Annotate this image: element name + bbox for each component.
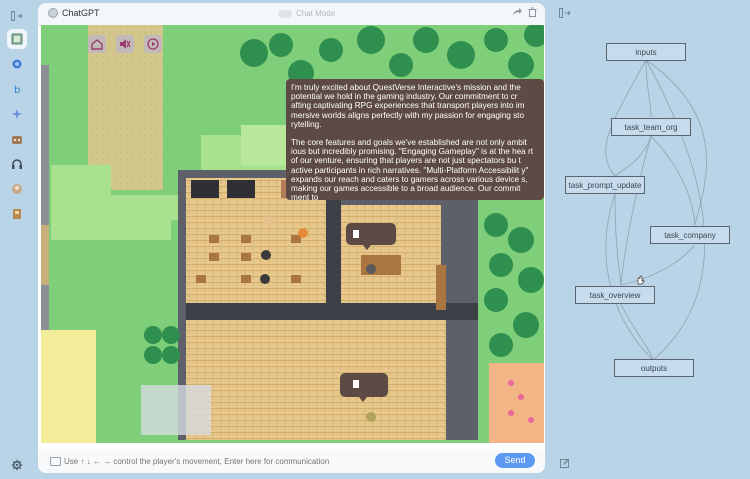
chat-window: ChatGPT Chat Mode Use ↑ ↓ ← → control th… <box>38 3 545 473</box>
keyboard-icon <box>50 457 61 466</box>
avatar-icon[interactable] <box>7 179 27 199</box>
chat-input[interactable] <box>64 457 504 466</box>
badge-icon[interactable] <box>7 204 27 224</box>
npc-speech-bubble: I'm truly excited about QuestVerse Inter… <box>286 79 544 203</box>
speech-paragraph: I'm truly excited about QuestVerse Inter… <box>291 83 525 129</box>
send-button[interactable]: Send <box>495 453 535 468</box>
home-icon[interactable] <box>88 35 106 53</box>
sparkle-icon[interactable] <box>7 104 27 124</box>
chat-header: ChatGPT Chat Mode <box>38 3 545 26</box>
sloth-icon[interactable] <box>7 129 27 149</box>
speech-paragraph: The core features and goals we've establ… <box>291 138 534 203</box>
chat-mode-toggle[interactable] <box>278 10 292 18</box>
bing-icon[interactable]: b <box>7 79 27 99</box>
flow-node-inputs[interactable]: inputs <box>606 43 686 61</box>
flow-node-task-prompt-update[interactable]: task_prompt_update <box>565 176 645 194</box>
chatgpt-avatar-icon <box>48 8 58 18</box>
app-icon-blue[interactable] <box>7 54 27 74</box>
chat-title: ChatGPT <box>62 8 100 18</box>
svg-text:b: b <box>14 85 20 95</box>
edit-icon[interactable] <box>560 458 570 471</box>
chat-input-bar: Send <box>38 449 545 473</box>
chat-mode-label: Chat Mode <box>296 9 336 18</box>
workflow-panel: inputs task_team_org task_prompt_update … <box>553 0 750 479</box>
trash-icon[interactable] <box>528 7 537 20</box>
share-icon[interactable] <box>512 7 522 20</box>
flow-node-task-overview[interactable]: task_overview <box>575 286 655 304</box>
play-icon[interactable] <box>144 35 162 53</box>
mute-icon[interactable] <box>116 35 134 53</box>
headphones-icon[interactable] <box>7 154 27 174</box>
flow-node-task-company[interactable]: task_company <box>650 226 730 244</box>
hand-cursor-icon <box>635 275 645 288</box>
notebook-icon[interactable] <box>7 29 27 49</box>
sidebar-expand-icon[interactable] <box>7 6 27 26</box>
flow-node-outputs[interactable]: outputs <box>614 359 694 377</box>
settings-icon[interactable] <box>7 455 27 475</box>
flow-node-task-team-org[interactable]: task_team_org <box>611 118 691 136</box>
left-sidebar: b <box>0 0 33 479</box>
